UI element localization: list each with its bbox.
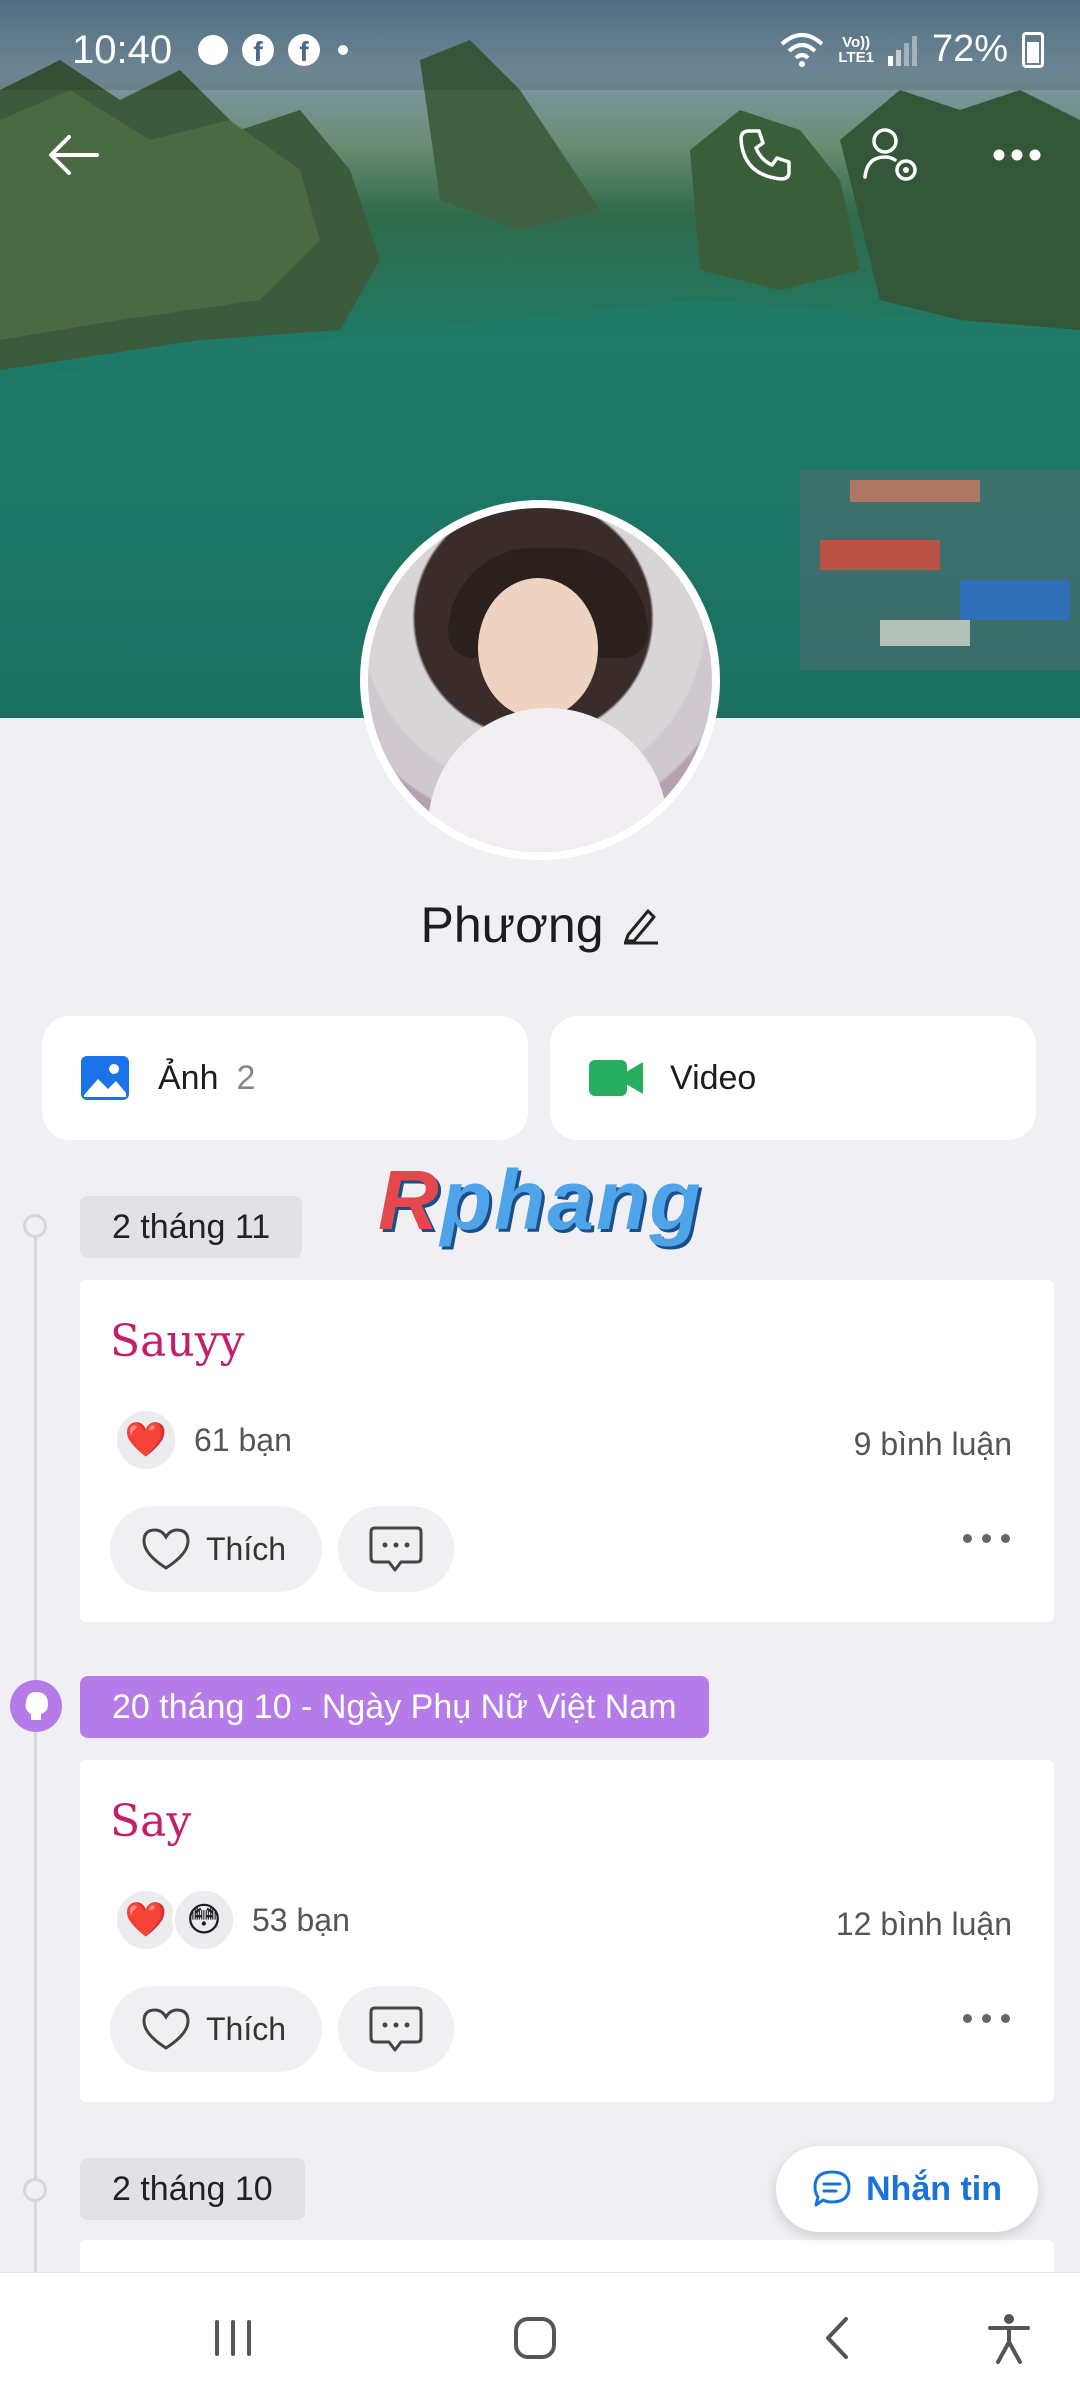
heart-outline-icon [142,2008,190,2050]
message-button[interactable]: Nhắn tin [776,2146,1038,2232]
videos-card[interactable]: Video [550,1016,1036,1140]
profile-settings-button[interactable] [856,120,926,190]
like-label: Thích [206,2010,287,2047]
home-button[interactable] [500,2303,570,2373]
woman-silhouette-icon [25,1692,48,1720]
reaction-count: 61 bạn [194,1421,292,1458]
date-chip: 2 tháng 11 [80,1196,303,1258]
lte-indicator: Vo)) LTE1 [838,33,874,66]
comment-button[interactable] [338,1986,454,2072]
photos-label: Ảnh [158,1058,219,1097]
home-icon [514,2317,556,2359]
recent-apps-icon [215,2320,251,2356]
photo-icon [81,1056,129,1100]
heart-reaction-icon: ❤️ [114,1408,178,1472]
chevron-left-icon [826,2317,848,2359]
video-label: Video [670,1058,757,1097]
comment-icon [369,2006,423,2052]
comment-button[interactable] [338,1506,454,1592]
notification-dot-icon [198,35,228,65]
wifi-icon [781,32,824,67]
accessibility-icon [988,2314,1030,2364]
post-text: Say [110,1796,192,1847]
profile-avatar[interactable] [360,500,720,860]
event-date-chip: 20 tháng 10 - Ngày Phụ Nữ Việt Nam [80,1676,709,1738]
notification-icons: f f [198,34,348,66]
post-more-button[interactable] [963,1534,1010,1543]
signal-icon [887,35,917,66]
pencil-icon[interactable] [622,905,660,945]
profile-name: Phương [420,897,604,953]
post-more-button[interactable] [963,2014,1010,2023]
like-button[interactable]: Thích [110,1506,322,1592]
status-time: 10:40 [72,28,173,72]
battery-percent: 72% [931,28,1008,70]
post-card[interactable]: Say ❤️ 😳 53 bạn 12 bình luận Thích [80,1760,1054,2102]
status-bar: 10:40 f f Vo)) LTE1 72% [0,0,1080,100]
video-camera-icon [589,1060,643,1096]
heart-reaction-icon: ❤️ [114,1888,178,1952]
photos-count: 2 [236,1058,256,1097]
recent-apps-button[interactable] [198,2303,268,2373]
watermark-logo: Rphang [378,1153,703,1247]
photos-card[interactable]: Ảnh 2 [42,1016,528,1140]
chat-bubble-icon [813,2170,851,2207]
system-navigation-bar [0,2272,1080,2400]
timeline-dot [23,1214,47,1238]
reactions[interactable]: ❤️ 61 bạn [114,1408,292,1472]
women-day-event-icon [10,1680,62,1732]
facebook-icon: f [288,34,320,66]
user-settings-icon [863,128,917,181]
profile-name-row: Phương [0,896,1080,954]
more-notifications-icon [338,45,348,55]
arrow-left-icon [49,135,99,175]
post-text: Sauyy [110,1316,245,1367]
comment-count[interactable]: 9 bình luận [854,1426,1012,1463]
call-button[interactable] [730,120,800,190]
reaction-count: 53 bạn [252,1901,350,1938]
post-card[interactable]: Sauyy ❤️ 61 bạn 9 bình luận Thích [80,1280,1054,1622]
avatar-shirt [428,708,668,852]
battery-icon [1022,31,1044,68]
back-button[interactable] [38,120,108,190]
heart-outline-icon [142,1528,190,1570]
timeline-dot [23,2178,47,2202]
like-label: Thích [206,1530,287,1567]
more-icon [993,149,1041,161]
message-label: Nhắn tin [866,2169,1002,2208]
avatar-face [478,578,598,718]
phone-icon [739,129,791,181]
like-button[interactable]: Thích [110,1986,322,2072]
more-options-button[interactable] [982,120,1052,190]
comment-icon [369,1526,423,1572]
timeline-line [34,1224,37,2274]
facebook-icon: f [242,34,274,66]
reactions[interactable]: ❤️ 😳 53 bạn [114,1888,350,1952]
status-right: Vo)) LTE1 72% [780,28,1044,71]
comment-count[interactable]: 12 bình luận [836,1906,1012,1943]
back-nav-button[interactable] [802,2303,872,2373]
date-chip: 2 tháng 10 [80,2158,305,2220]
surprised-reaction-icon: 😳 [172,1888,236,1952]
accessibility-button[interactable] [974,2303,1044,2373]
